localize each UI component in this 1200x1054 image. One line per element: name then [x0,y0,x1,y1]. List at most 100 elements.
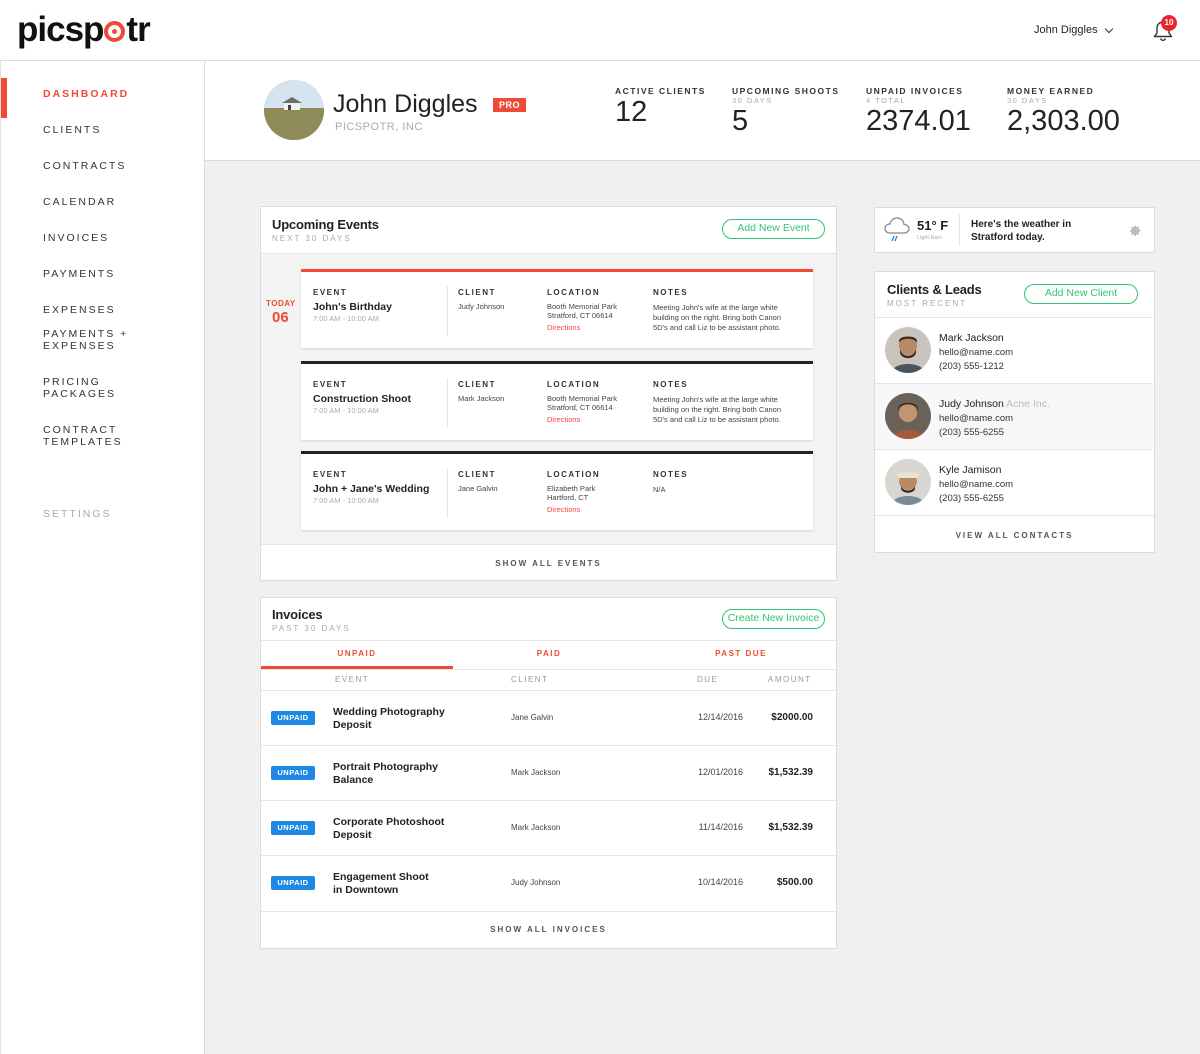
cloud-rain-icon [884,217,910,242]
col-header-amount: AMOUNT [768,675,812,684]
contact-email: hello@name.com [939,479,1014,490]
table-row[interactable]: UNPAID Corporate Photoshoot Deposit Mark … [261,800,836,855]
tab-past-due[interactable]: PAST DUE [645,649,837,658]
event-client: Judy Johnson [458,302,505,311]
stat-label: UNPAID INVOICES [866,86,964,96]
list-item[interactable]: Mark Jackson hello@name.com (203) 555-12… [875,317,1153,383]
invoice-amount: $500.00 [776,877,813,888]
avatar [885,327,931,373]
invoice-due: 12/14/2016 [697,712,743,722]
invoice-event-line2: Deposit [333,829,372,841]
event-col-header: EVENT [313,380,348,389]
invoice-amount: $1,532.39 [768,822,814,833]
stat-sublabel: 30 DAYS [1007,96,1048,105]
show-all-invoices-link[interactable]: SHOW ALL INVOICES [261,925,836,934]
event-notes-line2: building on the right. Bring both Canon [653,313,782,322]
profile-name: John Diggles [333,90,478,118]
event-location-line2: Stratford, CT 06614 [547,311,613,320]
events-subtitle: NEXT 30 DAYS [272,234,352,243]
sidebar-item-dashboard[interactable]: DASHBOARD [43,88,129,100]
invoice-event-line2: Balance [333,774,374,786]
weather-temperature: 51° F [917,218,949,233]
invoice-event-line2: in Downtown [333,884,399,896]
invoice-event: Corporate Photoshoot Deposit [333,816,463,842]
stat-value: 2,303.00 [1007,105,1120,137]
list-item[interactable]: Judy Johnson Acne Inc. hello@name.com (2… [875,383,1153,449]
divider [261,640,836,641]
sidebar-item-payments[interactable]: PAYMENTS [43,268,115,280]
divider [447,286,448,336]
divider [261,911,836,912]
directions-link[interactable]: Directions [547,505,580,514]
tab-paid[interactable]: PAID [453,649,645,658]
today-label: TODAY [266,299,296,308]
invoice-client: Mark Jackson [511,768,561,777]
sidebar-item-settings[interactable]: SETTINGS [43,508,112,520]
sidebar-item-payments-expenses[interactable]: PAYMENTS + EXPENSES [43,328,128,352]
sidebar-item-label-line2: EXPENSES [43,340,116,352]
weather-message: Here's the weather in Stratford today. [971,218,1101,244]
event-title: John + Jane's Wedding [313,483,430,495]
table-row[interactable]: UNPAID Portrait Photography Balance Mark … [261,745,836,800]
invoice-client: Judy Johnson [511,878,561,887]
event-card[interactable]: EVENT Construction Shoot 7:00 AM - 10:00… [301,361,813,440]
table-row[interactable]: UNPAID Wedding Photography Deposit Jane G… [261,690,836,745]
sidebar-item-contract-templates[interactable]: CONTRACT TEMPLATES [43,424,123,448]
active-indicator [1,78,7,118]
logo-text-start: picsp [17,10,104,49]
event-col-header: EVENT [313,470,348,479]
sidebar-item-contracts[interactable]: CONTRACTS [43,160,126,172]
events-list: TODAY 06 EVENT John's Birthday 7:00 AM -… [261,253,836,545]
invoice-amount: $2000.00 [771,712,813,723]
sidebar-item-expenses[interactable]: EXPENSES [43,304,116,316]
invoices-card: Invoices PAST 30 DAYS Create New Invoice… [260,597,837,949]
weather-condition: Light Rain [917,235,942,241]
tab-unpaid[interactable]: UNPAID [261,649,453,658]
directions-link[interactable]: Directions [547,415,580,424]
location-col-header: LOCATION [547,380,601,389]
list-item[interactable]: Kyle Jamison hello@name.com (203) 555-62… [875,449,1153,515]
event-notes-line1: Meeting John's wife at the large white [653,303,778,312]
stat-sublabel: 4 TOTAL [866,96,907,105]
view-all-contacts-link[interactable]: VIEW ALL CONTACTS [875,531,1154,540]
sidebar-item-calendar[interactable]: CALENDAR [43,196,116,208]
sidebar-item-label-line1: PRICING [43,376,101,388]
logo[interactable]: picsp tr [17,10,151,50]
invoice-event-line1: Wedding Photography [333,706,445,718]
stat-value: 5 [732,105,749,137]
sidebar-item-label-line2: TEMPLATES [43,436,123,448]
divider [875,515,1154,516]
event-title: Construction Shoot [313,393,411,405]
weather-message-line2: Stratford today. [971,232,1045,243]
client-col-header: CLIENT [458,470,496,479]
invoices-subtitle: PAST 30 DAYS [272,624,351,633]
stat-label: UPCOMING SHOOTS [732,86,840,96]
add-client-button[interactable]: Add New Client [1024,284,1138,304]
add-event-button[interactable]: Add New Event [722,219,825,239]
weather-widget: 51° F Light Rain Here's the weather in St… [874,207,1155,253]
create-invoice-button[interactable]: Create New Invoice [722,609,825,629]
location-col-header: LOCATION [547,470,601,479]
col-header-client: CLIENT [511,675,549,684]
event-card[interactable]: EVENT John + Jane's Wedding 7:00 AM - 10… [301,451,813,530]
sidebar-item-clients[interactable]: CLIENTS [43,124,101,136]
show-all-events-link[interactable]: SHOW ALL EVENTS [261,559,836,568]
sidebar-item-invoices[interactable]: INVOICES [43,232,109,244]
sidebar-item-label-line1: CONTRACT [43,424,118,436]
stat-value: 2374.01 [866,105,971,137]
sidebar-item-pricing-packages[interactable]: PRICING PACKAGES [43,376,116,400]
event-client: Jane Galvin [458,484,498,493]
directions-link[interactable]: Directions [547,323,580,332]
table-row[interactable]: UNPAID Engagement Shoot in Downtown Judy … [261,855,836,910]
stat-upcoming-shoots: UPCOMING SHOOTS 30 DAYS 5 [732,86,840,137]
invoice-due: 10/14/2016 [697,877,743,887]
client-col-header: CLIENT [458,380,496,389]
logo-lens-icon [104,21,126,42]
event-client: Mark Jackson [458,394,505,403]
gear-icon[interactable] [1129,224,1142,237]
contact-email: hello@name.com [939,413,1014,424]
event-notes-line1: N/A [653,485,666,494]
event-title: John's Birthday [313,301,392,313]
event-card[interactable]: EVENT John's Birthday 7:00 AM - 10:00 AM… [301,269,813,348]
user-menu[interactable]: John Diggles [1034,24,1113,36]
